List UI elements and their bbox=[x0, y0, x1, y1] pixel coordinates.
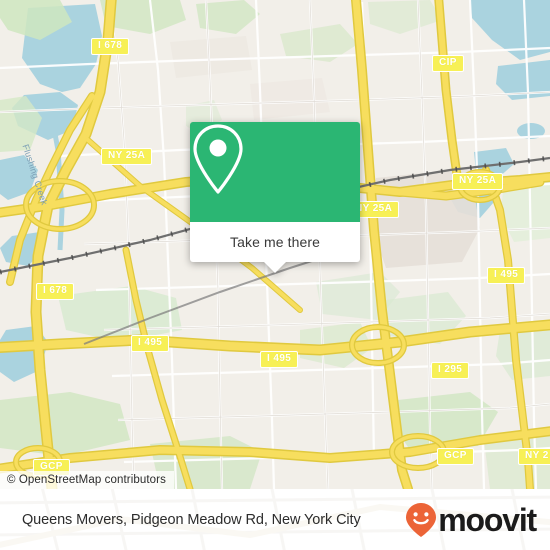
moovit-wordmark: moovit bbox=[438, 501, 537, 538]
map-canvas[interactable]: Flushing Creek I 678 CIP NY 25A NY 25A N… bbox=[0, 0, 550, 489]
map-screenshot: Flushing Creek I 678 CIP NY 25A NY 25A N… bbox=[0, 0, 550, 550]
road-shield-gcp-east: GCP bbox=[437, 448, 474, 465]
road-shield-ny25a-east: NY 25A bbox=[452, 173, 504, 190]
popup-action-bar[interactable]: Take me there bbox=[190, 222, 360, 273]
road-shield-cip: CIP bbox=[432, 55, 464, 72]
map-attribution[interactable]: © OpenStreetMap contributors bbox=[0, 471, 174, 489]
road-shield-ny-edge: NY 2 bbox=[518, 448, 550, 465]
road-shield-i678-south: I 678 bbox=[36, 283, 75, 300]
page-title: Queens Movers, Pidgeon Meadow Rd, New Yo… bbox=[22, 511, 361, 528]
popup-tail bbox=[264, 262, 286, 273]
road-shield-i295: I 295 bbox=[431, 362, 470, 379]
popup-pin-area bbox=[190, 122, 360, 222]
road-shield-i495-mid: I 495 bbox=[260, 351, 299, 368]
footer-bar: Queens Movers, Pidgeon Meadow Rd, New Yo… bbox=[0, 489, 550, 550]
road-shield-ny25a-west: NY 25A bbox=[101, 148, 153, 165]
road-shield-i678-north: I 678 bbox=[91, 38, 130, 55]
take-me-there-label: Take me there bbox=[229, 234, 320, 250]
road-shield-i495-west: I 495 bbox=[131, 335, 170, 352]
road-shield-i495-east: I 495 bbox=[487, 267, 526, 284]
location-popup[interactable]: Take me there bbox=[190, 122, 360, 273]
moovit-smiley-pin-icon bbox=[406, 502, 437, 537]
moovit-brand[interactable]: moovit bbox=[404, 501, 537, 538]
map-pin-icon bbox=[193, 124, 243, 194]
